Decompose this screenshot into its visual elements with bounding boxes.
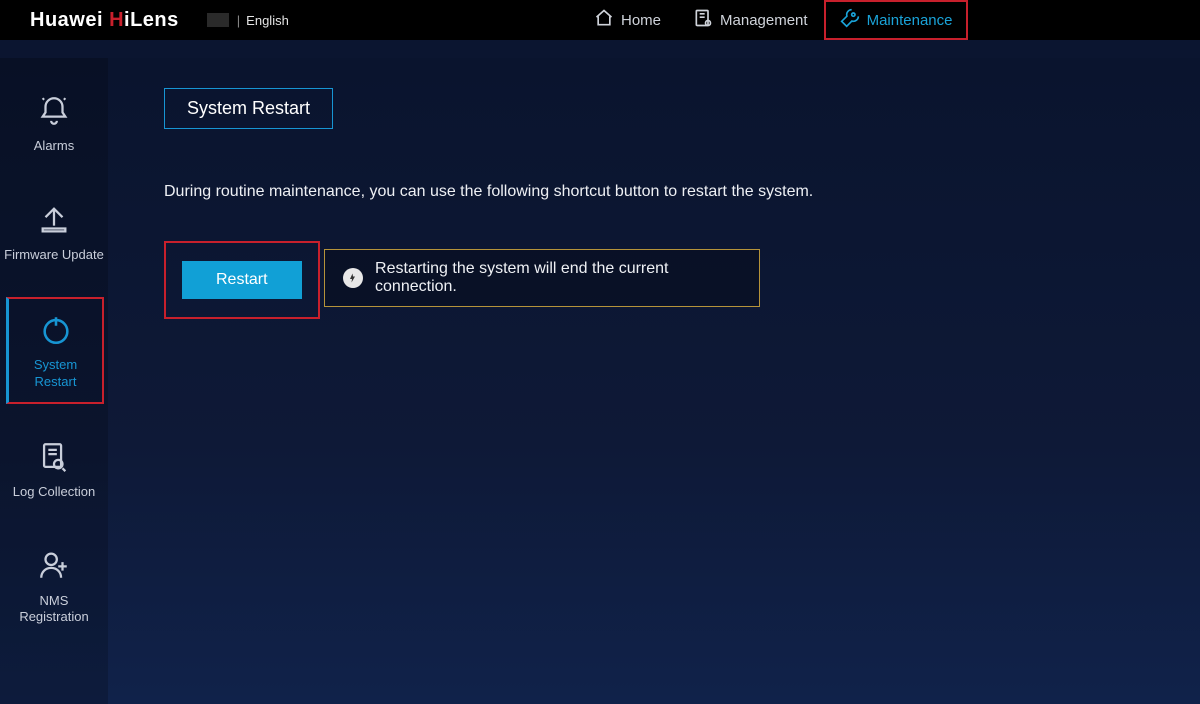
nav-maintenance[interactable]: Maintenance [824, 0, 969, 40]
sidebar-label-restart: System Restart [13, 357, 98, 390]
language-selector[interactable]: | English [207, 13, 289, 28]
content: Alarms Firmware Update System Restart Lo… [0, 58, 1200, 704]
sidebar-item-firmware[interactable]: Firmware Update [0, 189, 108, 276]
sidebar-item-restart[interactable]: System Restart [6, 297, 104, 404]
brand-h: H [109, 9, 124, 31]
page-tab-label: System Restart [187, 98, 310, 118]
brand-logo: Huawei HiLens [30, 9, 179, 32]
nav-home[interactable]: Home [578, 0, 677, 40]
upload-icon [37, 203, 71, 241]
flag-icon [207, 13, 229, 27]
warning-icon [343, 268, 363, 288]
bell-icon [37, 94, 71, 132]
sidebar-label-nms: NMS Registration [4, 593, 104, 626]
nav-management[interactable]: Management [677, 0, 824, 40]
restart-button-label: Restart [216, 271, 268, 288]
sidebar: Alarms Firmware Update System Restart Lo… [0, 58, 108, 704]
top-nav: Home Management Maintenance [578, 0, 968, 40]
warning-text: Restarting the system will end the curre… [375, 260, 741, 296]
brand-suffix: iLens [124, 9, 179, 31]
page-description: During routine maintenance, you can use … [164, 183, 1160, 201]
brand-prefix: Huawei [30, 9, 109, 31]
home-icon [594, 8, 614, 32]
restart-button[interactable]: Restart [182, 261, 302, 299]
page-tab[interactable]: System Restart [164, 88, 333, 129]
language-label: English [246, 13, 289, 28]
nav-home-label: Home [621, 12, 661, 29]
sidebar-label-firmware: Firmware Update [4, 247, 104, 263]
nav-management-label: Management [720, 12, 808, 29]
maintenance-icon [840, 8, 860, 32]
main: System Restart During routine maintenanc… [108, 58, 1200, 704]
sidebar-item-log[interactable]: Log Collection [0, 426, 108, 513]
user-add-icon [37, 548, 71, 586]
nav-maintenance-label: Maintenance [867, 12, 953, 29]
topbar: Huawei HiLens | English Home Management … [0, 0, 1200, 40]
restart-highlight-box: Restart [164, 241, 320, 319]
sidebar-label-alarms: Alarms [34, 138, 74, 154]
sidebar-item-nms[interactable]: NMS Registration [0, 534, 108, 637]
separator: | [237, 13, 240, 28]
sidebar-item-alarms[interactable]: Alarms [0, 80, 108, 167]
power-icon [39, 313, 73, 351]
warning-box: Restarting the system will end the curre… [324, 249, 760, 307]
sidebar-label-log: Log Collection [13, 484, 95, 500]
document-search-icon [37, 440, 71, 478]
management-icon [693, 8, 713, 32]
